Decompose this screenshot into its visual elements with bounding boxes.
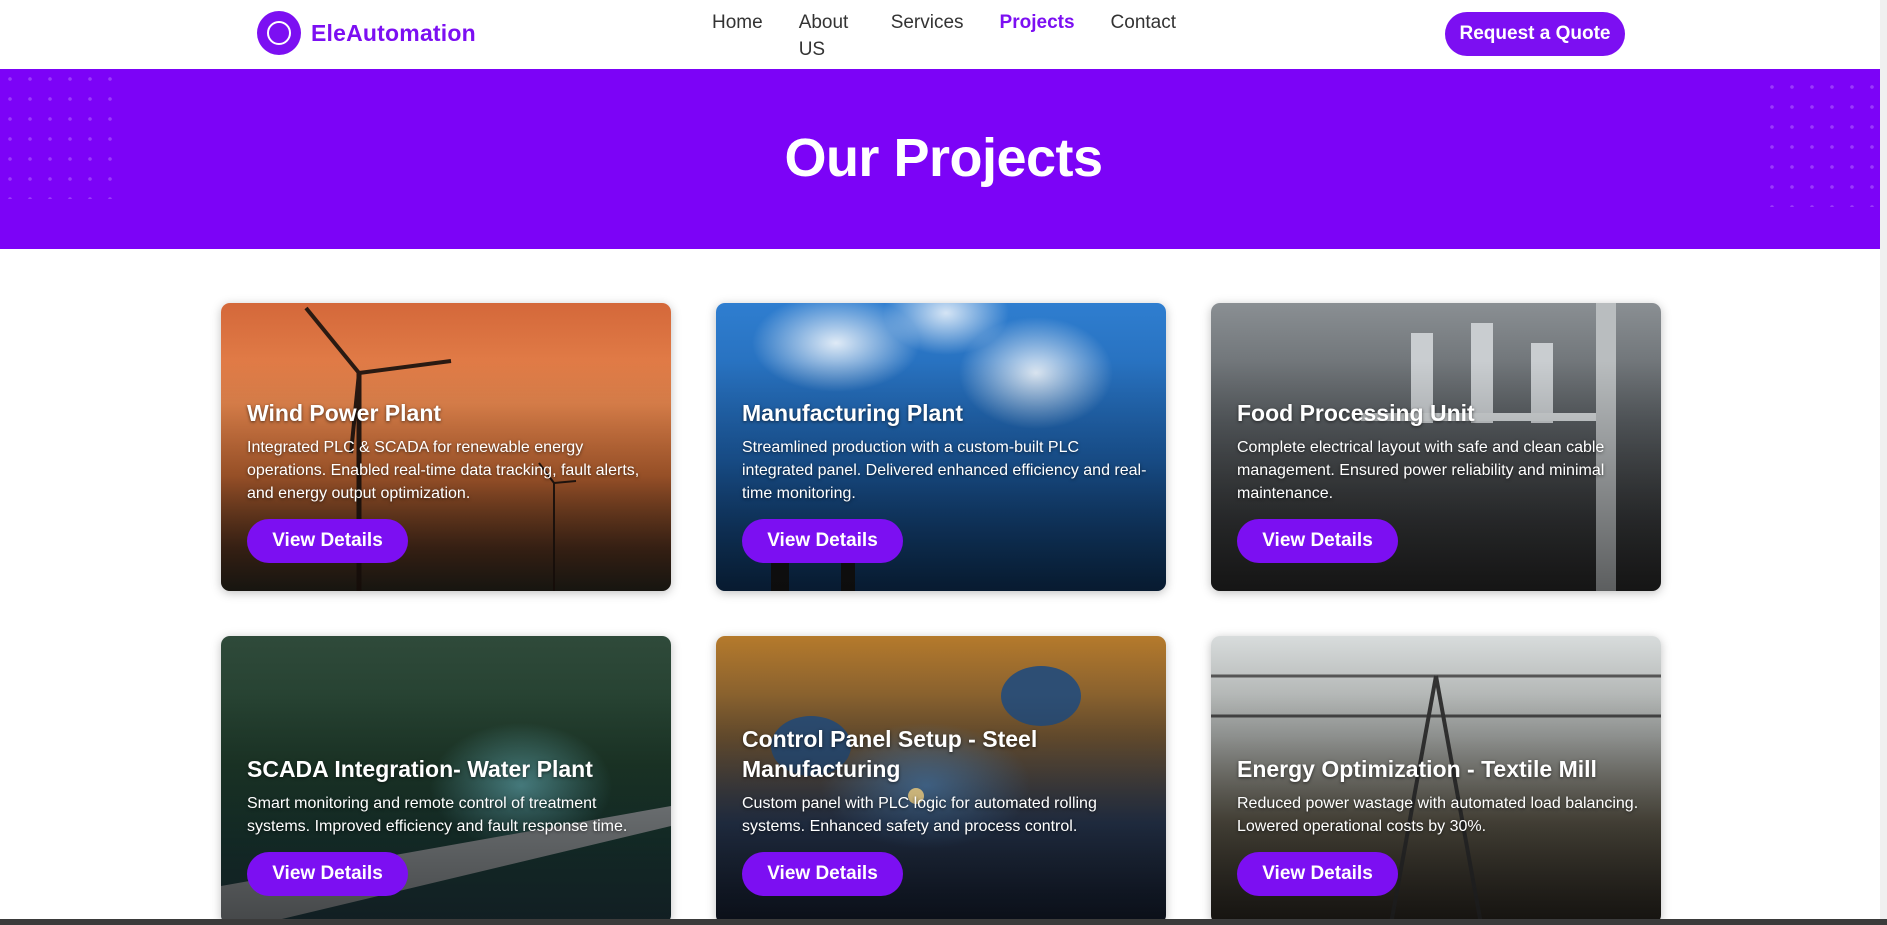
project-title: Manufacturing Plant: [742, 400, 964, 426]
project-description: Streamlined production with a custom-bui…: [742, 439, 1147, 502]
page-title: Our Projects: [784, 128, 1103, 188]
brand-logo-link[interactable]: EleAutomation: [257, 11, 476, 55]
view-details-button[interactable]: View Details: [742, 852, 903, 896]
project-title: Energy Optimization - Textile Mill: [1237, 756, 1597, 782]
project-description: Integrated PLC & SCADA for renewable ene…: [247, 439, 640, 502]
project-card-manufacturing: Manufacturing Plant Streamlined producti…: [716, 303, 1166, 591]
view-details-button[interactable]: View Details: [247, 519, 408, 563]
project-description: Complete electrical layout with safe and…: [1237, 439, 1605, 502]
project-card-wind-power: Wind Power Plant Integrated PLC & SCADA …: [221, 303, 671, 591]
page-scrollbar[interactable]: [1880, 0, 1887, 919]
project-description: Smart monitoring and remote control of t…: [247, 795, 628, 835]
nav-about[interactable]: About US: [799, 9, 855, 63]
view-details-button[interactable]: View Details: [742, 519, 903, 563]
view-details-button[interactable]: View Details: [247, 852, 408, 896]
nav-services[interactable]: Services: [891, 9, 964, 63]
project-card-food-processing: Food Processing Unit Complete electrical…: [1211, 303, 1661, 591]
project-card-steel-manufacturing: Control Panel Setup - Steel Manufacturin…: [716, 636, 1166, 924]
project-card-textile-mill: Energy Optimization - Textile Mill Reduc…: [1211, 636, 1661, 924]
project-title: Control Panel Setup - Steel Manufacturin…: [742, 726, 1038, 782]
logo-icon: [257, 11, 301, 55]
site-header: EleAutomation Home About US Services Pro…: [0, 0, 1887, 69]
project-title: SCADA Integration- Water Plant: [247, 756, 593, 782]
nav-projects[interactable]: Projects: [1000, 9, 1075, 63]
project-title: Food Processing Unit: [1237, 400, 1475, 426]
project-title: Wind Power Plant: [247, 400, 442, 426]
project-card-water-plant: SCADA Integration- Water Plant Smart mon…: [221, 636, 671, 924]
brand-name: EleAutomation: [311, 19, 476, 46]
nav-contact[interactable]: Contact: [1111, 9, 1176, 63]
request-quote-button[interactable]: Request a Quote: [1445, 12, 1625, 56]
view-details-button[interactable]: View Details: [1237, 852, 1398, 896]
main-nav: Home About US Services Projects Contact: [712, 9, 1176, 63]
project-description: Reduced power wastage with automated loa…: [1237, 795, 1639, 835]
project-description: Custom panel with PLC logic for automate…: [742, 795, 1097, 835]
nav-home[interactable]: Home: [712, 9, 763, 63]
page-hero: Our Projects: [0, 69, 1887, 249]
window-bottom-edge: [0, 919, 1887, 925]
view-details-button[interactable]: View Details: [1237, 519, 1398, 563]
